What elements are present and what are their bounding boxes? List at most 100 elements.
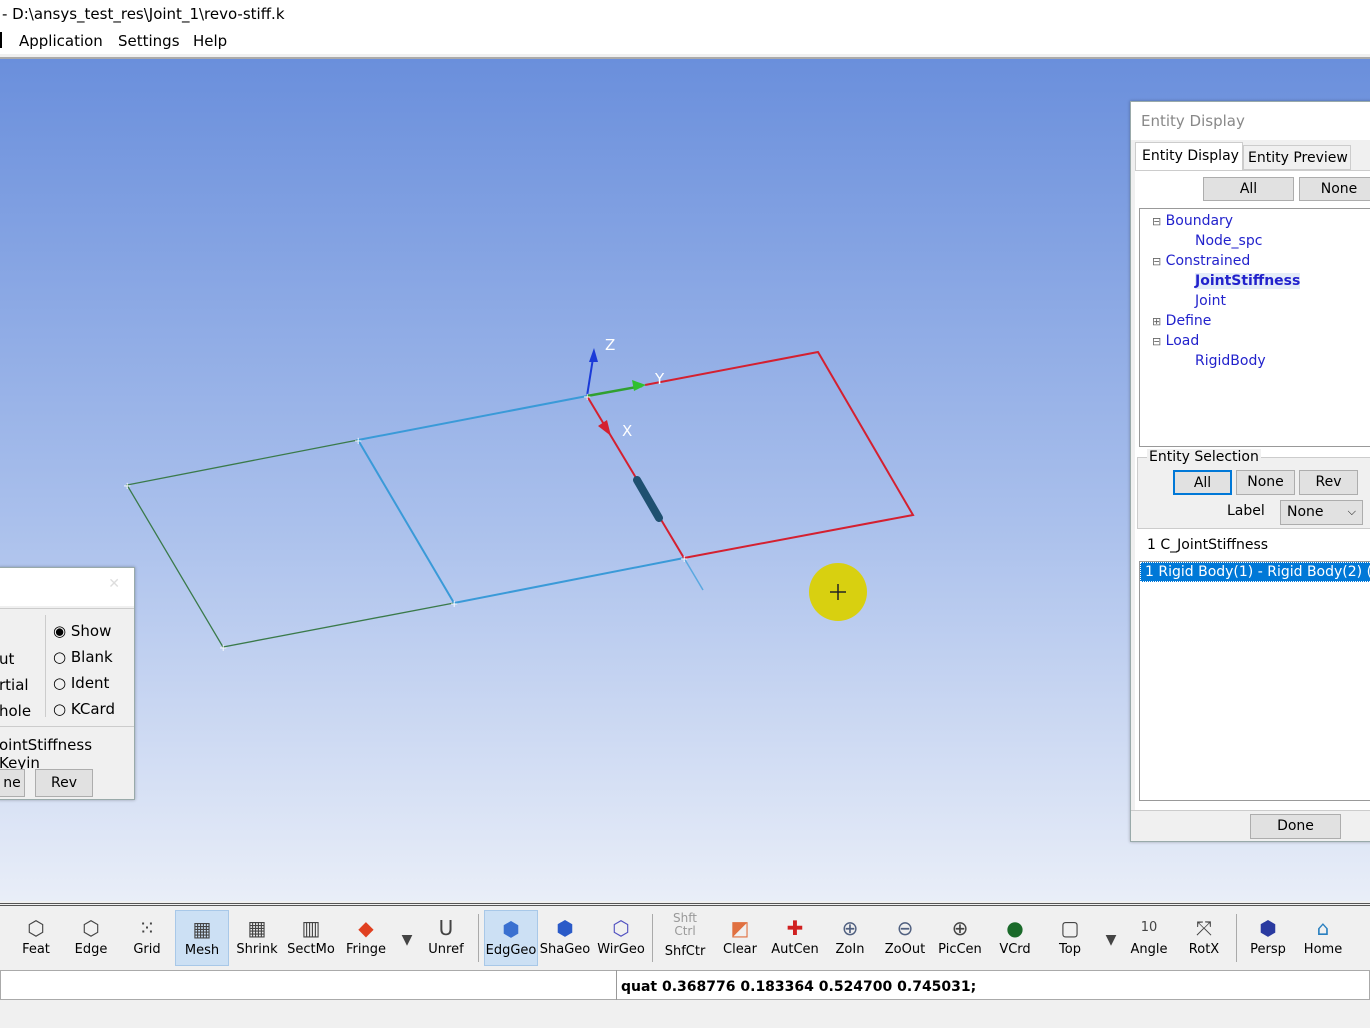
tree-item-define[interactable]: ⊞ Define	[1152, 313, 1211, 329]
select-rev-button[interactable]: Rev	[1299, 470, 1358, 495]
grid-dots-icon: ⁙	[138, 916, 156, 940]
toolbar-edggeo-button[interactable]: ⬢ EdgGeo	[484, 910, 538, 966]
toolbar-sectmo-button[interactable]: ▥ SectMo	[284, 910, 338, 966]
toolbar-zoout-button[interactable]: ⊖ ZoOut	[878, 910, 932, 966]
toolbar-label: Mesh	[184, 943, 220, 958]
toolbar-zoin-button[interactable]: ⊕ ZoIn	[823, 910, 877, 966]
y-axis-label: Y	[654, 370, 665, 388]
toolbar: ⬡ Feat ⬡ Edge ⁙ Grid ▦ Mesh ▦ Shrink ▥ SectMo ◆ Fring…	[0, 903, 1370, 969]
toolbar-label: Angle	[1130, 942, 1168, 957]
command-output: quat 0.368776 0.183364 0.524700 0.745031…	[616, 970, 976, 1000]
toolbar-separator	[652, 914, 653, 962]
display-mode-radios: ◉ Show ○ Blank ○ Ident ○ KCard	[53, 618, 115, 722]
menu-help[interactable]: Help	[193, 32, 227, 50]
cube-edge-icon: ⬡	[82, 916, 100, 940]
list-item[interactable]: 1 Rigid Body(1) - Rigid Body(2) (s	[1140, 562, 1370, 582]
none-button[interactable]: ne	[0, 769, 25, 797]
menu-settings[interactable]: Settings	[118, 32, 180, 50]
toolbar-clear-button[interactable]: ◩ Clear	[713, 910, 767, 966]
toolbar-piccen-button[interactable]: ⊕ PicCen	[933, 910, 987, 966]
unref-icon: U	[438, 916, 454, 940]
toolbar-unref-button[interactable]: U Unref	[419, 910, 473, 966]
toolbar-persp-button[interactable]: ⬢ Persp	[1241, 910, 1295, 966]
toolbar-label: PicCen	[938, 942, 982, 957]
toolbar-label: Home	[1303, 942, 1343, 957]
toolbar-rotx-button[interactable]: ⤧ RotX	[1177, 910, 1231, 966]
toolbar-autcen-button[interactable]: ✚ AutCen	[768, 910, 822, 966]
shift-ctrl-icon: Shft Ctrl	[673, 911, 697, 938]
display-options-panel: ✕ ut rtial hole ◉ Show ○ Blank ○ Ident ○…	[0, 567, 135, 800]
home-icon: ⌂	[1316, 916, 1330, 940]
all-button[interactable]: All	[1203, 177, 1294, 201]
panel-title: Entity Display	[1131, 102, 1370, 140]
toolbar-shfctr-button[interactable]: Shft Ctrl ShfCtr	[658, 910, 712, 966]
done-button[interactable]: Done	[1250, 814, 1341, 839]
svg-text:+: +	[450, 599, 458, 610]
toolbar-feat-button[interactable]: ⬡ Feat	[9, 910, 63, 966]
option-label: hole	[0, 702, 32, 720]
toolbar-label: SectMo	[287, 942, 335, 957]
toolbar-shrink-button[interactable]: ▦ Shrink	[230, 910, 284, 966]
toolbar-a-button[interactable]: ▮A	[1350, 910, 1370, 966]
radio-kcard[interactable]: ○ KCard	[53, 696, 115, 722]
top-view-icon: ▢	[1060, 916, 1080, 940]
select-none-button[interactable]: None	[1236, 470, 1295, 495]
toolbar-home-button[interactable]: ⌂ Home	[1296, 910, 1350, 966]
auto-center-icon: ✚	[786, 916, 804, 940]
toolbar-mesh-button[interactable]: ▦ Mesh	[175, 910, 229, 966]
collapse-icon: ⊟	[1152, 215, 1162, 228]
entity-tree[interactable]: ⊟ Boundary Node_spc ⊟ Constrained JointS…	[1139, 208, 1370, 447]
toolbar-edge-button[interactable]: ⬡ Edge	[64, 910, 118, 966]
toolbar-grid-button[interactable]: ⁙ Grid	[120, 910, 174, 966]
tree-item-constrained[interactable]: ⊟ Constrained	[1152, 253, 1250, 269]
label-select[interactable]: None ⌵	[1280, 500, 1363, 525]
dropdown-arrow-icon: ▼	[1105, 932, 1117, 948]
menu-application[interactable]: Application	[19, 32, 103, 50]
toolbar-vcrd-button[interactable]: ● VCrd	[988, 910, 1042, 966]
toolbar-label: ZoOut	[884, 942, 926, 957]
list-header: 1 C_JointStiffness	[1147, 537, 1269, 553]
mesh-icon: ▦	[192, 917, 212, 941]
toolbar-label: Persp	[1250, 942, 1286, 957]
rev-button[interactable]: Rev	[35, 769, 93, 797]
toolbar-label: AutCen	[771, 942, 819, 957]
toolbar-label: Unref	[428, 942, 464, 957]
tree-item-boundary[interactable]: ⊟ Boundary	[1152, 213, 1233, 229]
tree-item-jointstiffness[interactable]: JointStiffness	[1195, 273, 1301, 289]
radio-blank[interactable]: ○ Blank	[53, 644, 115, 670]
cube-feat-icon: ⬡	[27, 916, 45, 940]
toolbar-label: EdgGeo	[485, 943, 537, 958]
toolbar-dropdown-button[interactable]: ▼	[1100, 910, 1122, 966]
tab-entity-display[interactable]: Entity Display	[1135, 142, 1243, 170]
toolbar-label: VCrd	[999, 942, 1031, 957]
collapse-icon: ⊟	[1152, 335, 1162, 348]
tab-entity-preview[interactable]: Entity Preview	[1243, 145, 1351, 170]
rotate-x-icon: ⤧	[1196, 916, 1212, 940]
tree-item-load[interactable]: ⊟ Load	[1152, 333, 1199, 349]
tree-item-joint[interactable]: Joint	[1195, 293, 1226, 309]
angle-icon: 10	[1140, 920, 1158, 935]
close-icon[interactable]: ✕	[108, 576, 120, 592]
window-title: - D:\ansys_test_res\Joint_1\revo-stiff.k	[0, 0, 1370, 28]
toolbar-shageo-button[interactable]: ⬢ ShaGeo	[538, 910, 592, 966]
menu-bar: Application Settings Help	[0, 28, 1370, 54]
fringe-icon: ◆	[358, 916, 374, 940]
toolbar-angle-button[interactable]: 10 Angle	[1122, 910, 1176, 966]
toolbar-label: Clear	[723, 942, 757, 957]
tree-item-rigidbody[interactable]: RigidBody	[1195, 353, 1266, 369]
select-all-button[interactable]: All	[1173, 470, 1232, 495]
toolbar-separator	[478, 914, 479, 962]
x-axis-label: X	[622, 422, 632, 440]
pick-center-icon: ⊕	[951, 916, 969, 940]
toolbar-dropdown-button[interactable]: ▼	[396, 910, 418, 966]
toolbar-top-button[interactable]: ▢ Top	[1043, 910, 1097, 966]
toolbar-wirgeo-button[interactable]: ⬡ WirGeo	[594, 910, 648, 966]
option-label: ut	[0, 650, 15, 668]
entity-list[interactable]: 1 Rigid Body(1) - Rigid Body(2) (s	[1139, 561, 1370, 801]
toolbar-fringe-button[interactable]: ◆ Fringe	[339, 910, 393, 966]
radio-ident[interactable]: ○ Ident	[53, 670, 115, 696]
tree-item-node-spc[interactable]: Node_spc	[1195, 233, 1262, 249]
none-button[interactable]: None	[1299, 177, 1370, 201]
toolbar-label: Fringe	[346, 942, 386, 957]
radio-show[interactable]: ◉ Show	[53, 618, 115, 644]
